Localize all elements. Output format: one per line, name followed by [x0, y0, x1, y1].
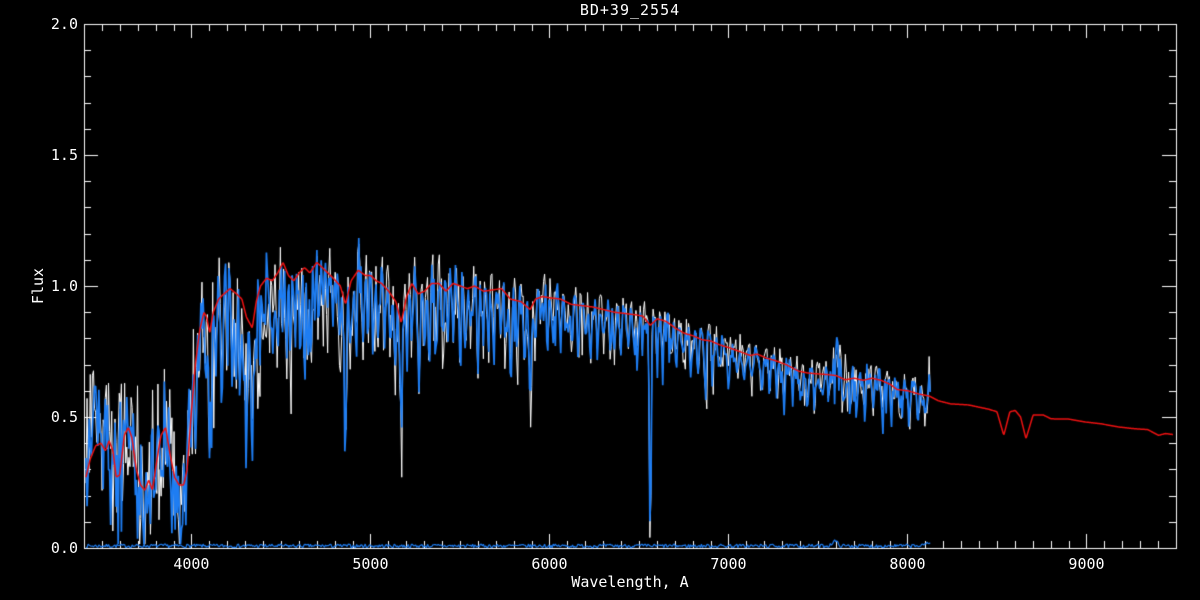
y-tick-label-2.0: 2.0 [50, 15, 78, 33]
x-tick-label-7000: 7000 [710, 555, 747, 573]
y-tick-label-1.0: 1.0 [50, 277, 78, 295]
x-tick-label-4000: 4000 [173, 555, 210, 573]
plot-title: BD+39_2554 [579, 1, 681, 19]
y-tick-label-0.0: 0.0 [50, 539, 78, 557]
x-tick-label-8000: 8000 [889, 555, 926, 573]
spectrum-plot-canvas [0, 0, 1200, 600]
y-tick-label-0.5: 0.5 [50, 408, 78, 426]
x-tick-label-5000: 5000 [352, 555, 389, 573]
x-tick-label-9000: 9000 [1068, 555, 1105, 573]
x-tick-label-6000: 6000 [531, 555, 568, 573]
x-axis-label: Wavelength, A [571, 573, 689, 591]
plot-window: BD+39_2554 Wavelength, A Flux 0.0 0.5 1.0 1… [0, 0, 1200, 600]
y-tick-label-1.5: 1.5 [50, 146, 78, 164]
